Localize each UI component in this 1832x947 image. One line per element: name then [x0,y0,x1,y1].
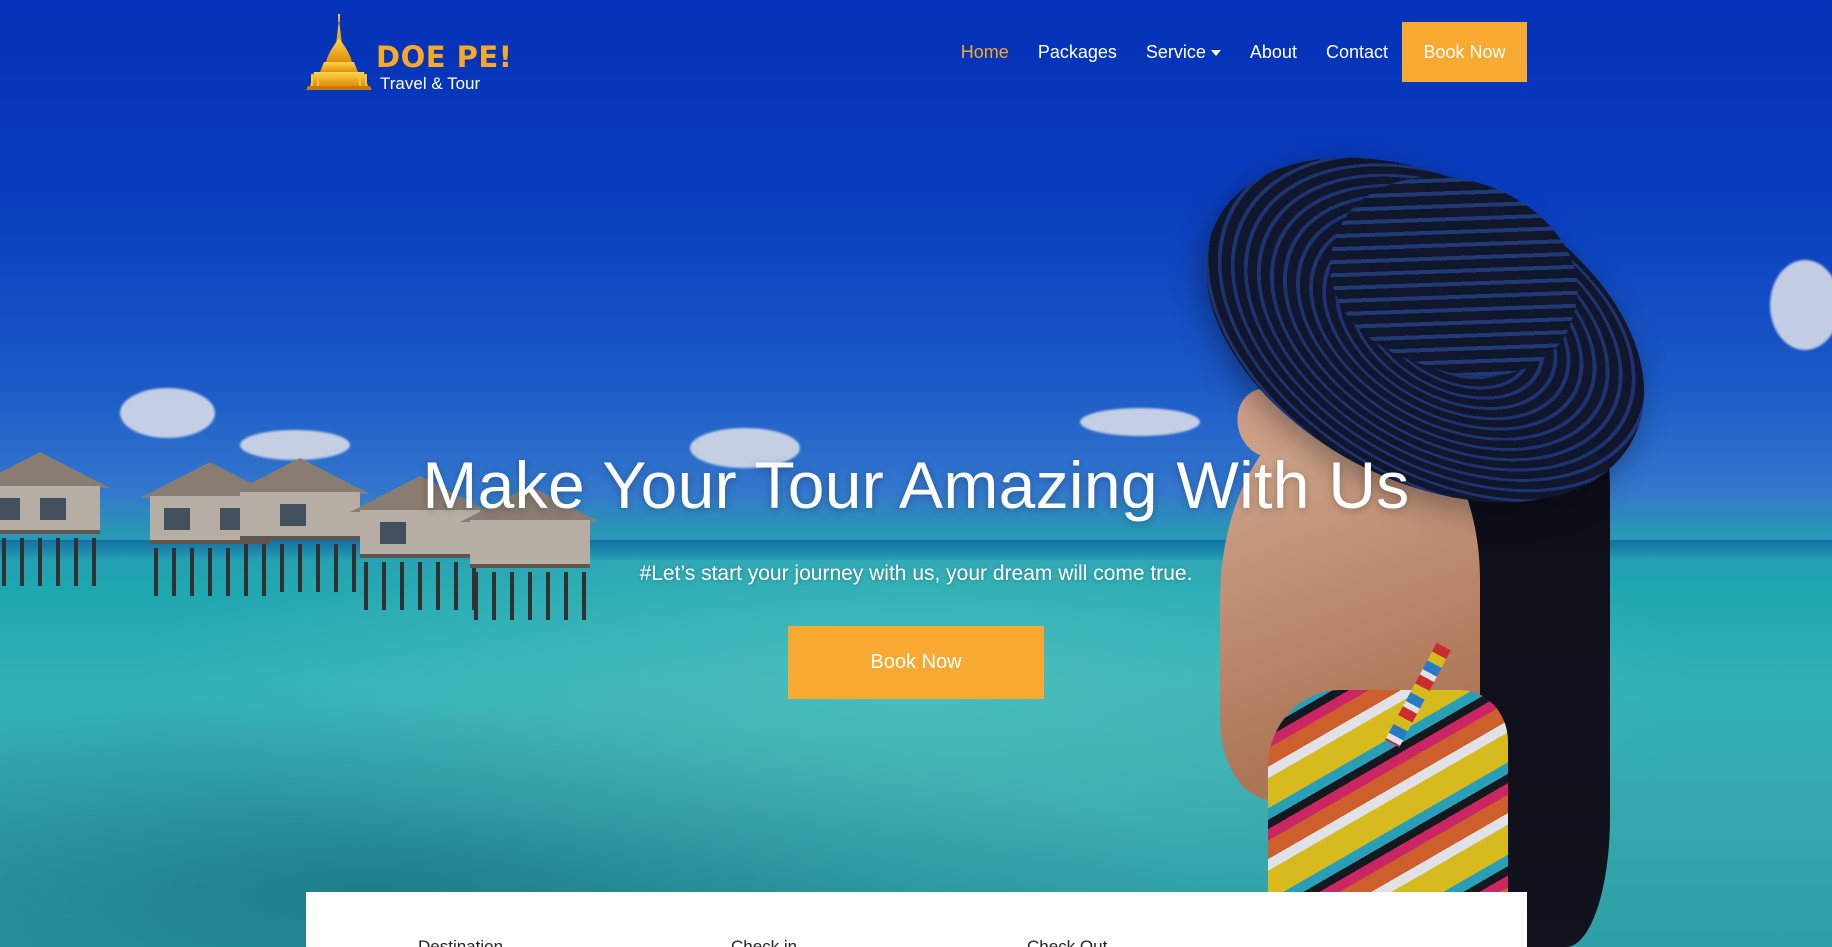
hero-subtitle: #Let’s start your journey with us, your … [639,562,1193,585]
nav-link-service[interactable]: Service [1146,42,1221,63]
nav-link-home[interactable]: Home [961,42,1009,63]
nav-book-now-button[interactable]: Book Now [1402,22,1527,82]
brand-logo[interactable]: DOE PE! Travel & Tour [306,14,512,94]
nav-menu: Home Packages Service About Contact Book… [932,22,1527,82]
nav-link-packages[interactable]: Packages [1038,42,1117,63]
brand-tagline: Travel & Tour [380,74,481,93]
caret-down-icon [1210,50,1221,56]
destination-label: Destination [418,937,504,947]
booking-form-panel: Destination Check in Check Out [306,892,1527,947]
brand-name: DOE PE! [376,40,513,74]
pagoda-logo-icon [306,14,372,90]
navbar: DOE PE! Travel & Tour Home Packages Serv… [306,14,1527,93]
hero-book-now-button[interactable]: Book Now [788,626,1044,699]
nav-link-service-label: Service [1145,41,1206,62]
hero-content: Make Your Tour Amazing With Us #Let’s st… [0,440,1832,699]
nav-link-about[interactable]: About [1250,42,1297,63]
checkin-label: Check in [731,937,798,947]
hero-title: Make Your Tour Amazing With Us [422,448,1410,522]
nav-link-contact[interactable]: Contact [1326,42,1388,63]
checkout-label: Check Out [1027,937,1108,947]
